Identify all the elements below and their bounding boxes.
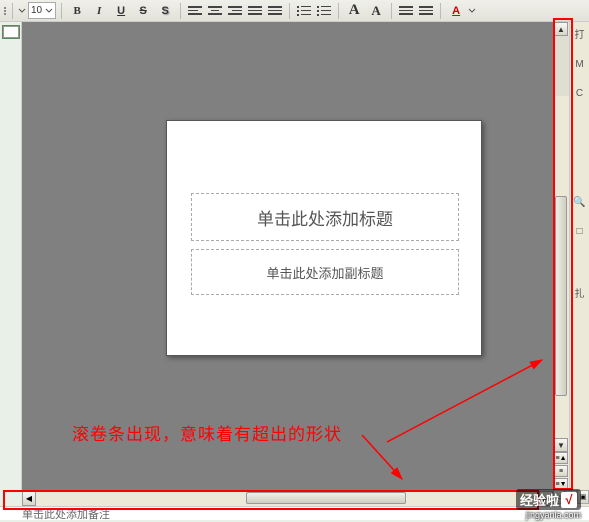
dropdown-arrow-icon[interactable] [18,7,26,15]
increase-indent-button[interactable] [417,3,435,19]
separator [61,3,62,19]
underline-button[interactable]: U [111,2,131,20]
font-color-button[interactable]: A [446,2,466,20]
subtitle-placeholder-text: 单击此处添加副标题 [266,263,383,282]
distributed-button[interactable] [266,3,284,19]
scroll-down-button[interactable]: ▼ [554,438,568,452]
align-left-button[interactable] [186,3,204,19]
align-center-button[interactable] [206,3,224,19]
horizontal-scrollbar[interactable]: ◀ ▶ [22,490,553,506]
check-icon: √ [561,492,577,508]
slide-thumbnail[interactable] [3,26,19,38]
task-pane-m[interactable]: M [573,59,587,70]
bold-button[interactable]: B [67,2,87,20]
task-pane-more[interactable]: 扎 [573,285,587,300]
box-icon[interactable]: □ [573,226,587,237]
separator [391,3,392,19]
text-shadow-button[interactable]: S [155,2,175,20]
notes-pane[interactable]: 单击此处添加备注 [0,506,589,520]
scroll-left-button[interactable]: ◀ [22,491,36,506]
title-placeholder-text: 单击此处添加标题 [257,205,393,230]
increase-font-button[interactable]: A [344,2,364,20]
annotation-label: 滚卷条出现，意味着有超出的形状 [72,420,342,445]
watermark-brand: 经验啦 [520,490,559,509]
bullet-list-button[interactable] [315,3,333,19]
prev-slide-button[interactable]: ≡▲ [554,452,568,464]
subtitle-placeholder[interactable]: 单击此处添加副标题 [191,249,459,295]
toolbar-grip[interactable] [4,7,7,15]
dropdown-arrow-icon[interactable] [468,7,476,15]
slide-nav-buttons: ≡▲ ≡ ≡▼ [554,452,569,490]
align-justify-button[interactable] [246,3,264,19]
search-icon[interactable]: 🔍 [573,197,587,208]
vertical-scrollbar[interactable]: ▲ ▼ ≡▲ ≡ ≡▼ [553,22,569,490]
horizontal-scroll-thumb[interactable] [246,492,406,504]
vertical-scroll-thumb[interactable] [555,196,567,396]
decrease-font-button[interactable]: A [366,2,386,20]
task-pane-c[interactable]: C [573,88,587,99]
task-pane-open-label[interactable]: 打 [573,26,587,41]
nav-menu-button[interactable]: ≡ [554,465,568,477]
annotation-arrow-down-icon [352,427,412,487]
strikethrough-button[interactable]: S [133,2,153,20]
separator [338,3,339,19]
separator [12,3,13,19]
scroll-up-button[interactable]: ▲ [554,22,568,36]
formatting-toolbar: 10 B I U S S A A A [0,0,589,22]
numbered-list-button[interactable] [295,3,313,19]
watermark: 经验啦 √ jingyanla.com [516,489,581,520]
notes-placeholder-text: 单击此处添加备注 [22,506,110,522]
slide-canvas[interactable]: 单击此处添加标题 单击此处添加副标题 滚卷条出现，意味着有超出的形状 [22,22,553,490]
annotation-arrow-right-icon [382,352,552,452]
separator [180,3,181,19]
slide-thumbnail-panel [0,22,22,490]
slide[interactable]: 单击此处添加标题 单击此处添加副标题 [166,120,482,356]
font-size-combo[interactable]: 10 [28,2,56,19]
scrollbar-top-region [554,36,569,96]
italic-button[interactable]: I [89,2,109,20]
watermark-url: jingyanla.com [526,510,581,520]
separator [440,3,441,19]
font-size-value: 10 [31,5,42,16]
vertical-scroll-track[interactable] [554,96,569,438]
watermark-logo: 经验啦 √ [516,489,581,510]
separator [289,3,290,19]
align-right-button[interactable] [226,3,244,19]
title-placeholder[interactable]: 单击此处添加标题 [191,193,459,241]
horizontal-scroll-track[interactable] [36,491,539,506]
task-pane: 打 M C 🔍 □ 扎 [569,22,589,490]
decrease-indent-button[interactable] [397,3,415,19]
dropdown-arrow-icon[interactable] [45,7,53,15]
